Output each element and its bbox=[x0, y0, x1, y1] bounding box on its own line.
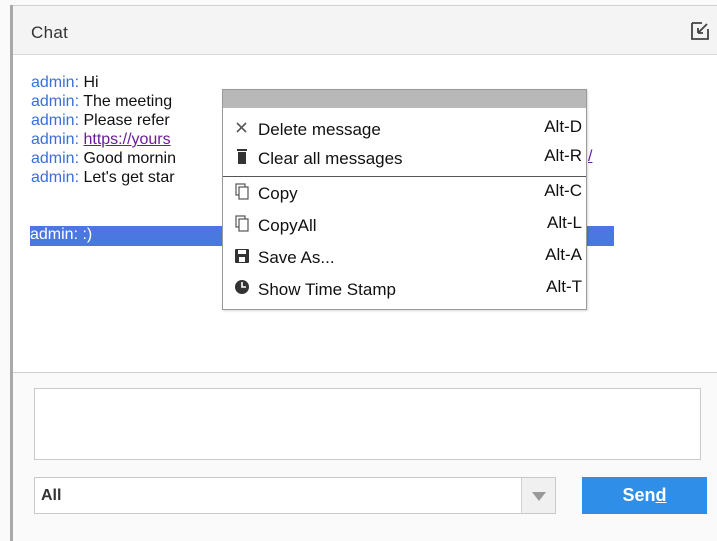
menu-separator bbox=[223, 176, 586, 177]
message-link-tail[interactable]: / bbox=[588, 148, 592, 166]
recipient-select[interactable]: All bbox=[34, 477, 556, 514]
menu-item-shortcut: Alt-T bbox=[546, 277, 582, 296]
menu-item-shortcut: Alt-D bbox=[544, 117, 582, 136]
message-item[interactable]: admin: Hi bbox=[31, 74, 99, 92]
message-link[interactable]: https://yours bbox=[83, 131, 170, 148]
menu-item-label: Delete message bbox=[258, 120, 381, 139]
message-sender: admin: bbox=[31, 93, 80, 110]
send-label-mnemonic: d bbox=[655, 485, 667, 505]
menu-item-save-as[interactable]: Save As... Alt-A bbox=[223, 242, 586, 272]
menu-item-label: Save As... bbox=[258, 248, 335, 267]
menu-item-delete-message[interactable]: Delete message Alt-D bbox=[223, 114, 586, 144]
copy-icon bbox=[235, 183, 249, 200]
message-sender: admin: bbox=[31, 150, 80, 167]
menu-item-copyall[interactable]: CopyAll Alt-L bbox=[223, 210, 586, 240]
message-sender: admin: bbox=[31, 169, 80, 186]
message-sender: admin: bbox=[30, 226, 79, 243]
chevron-down-icon[interactable] bbox=[521, 478, 555, 513]
message-item[interactable]: admin: Please refer bbox=[31, 112, 170, 130]
message-item[interactable]: admin: The meeting bbox=[31, 93, 172, 111]
send-label: Sen bbox=[622, 485, 656, 505]
panel-title: Chat bbox=[31, 23, 69, 42]
message-text: :) bbox=[78, 226, 93, 243]
context-menu-header bbox=[223, 90, 586, 108]
menu-item-shortcut: Alt-A bbox=[545, 245, 582, 264]
title-bar: Chat bbox=[13, 5, 717, 55]
message-sender: admin: bbox=[31, 131, 80, 148]
context-menu: Delete message Alt-D Clear all messages … bbox=[222, 89, 587, 310]
menu-item-label: Clear all messages bbox=[258, 149, 403, 168]
close-icon bbox=[236, 122, 247, 133]
recipient-value: All bbox=[41, 487, 62, 504]
message-text: Good mornin bbox=[79, 150, 176, 167]
message-item[interactable]: admin: Good mornin bbox=[31, 150, 176, 168]
message-input[interactable] bbox=[34, 388, 701, 460]
clock-icon bbox=[235, 280, 249, 294]
menu-item-clear-all[interactable]: Clear all messages Alt-R bbox=[223, 143, 586, 173]
message-sender: admin: bbox=[31, 112, 80, 129]
message-item[interactable]: admin: Let's get star bbox=[31, 169, 175, 187]
menu-item-show-time-stamp[interactable]: Show Time Stamp Alt-T bbox=[223, 274, 586, 304]
menu-item-shortcut: Alt-C bbox=[544, 181, 582, 200]
save-icon bbox=[235, 249, 249, 263]
message-sender: admin: bbox=[31, 74, 80, 91]
trash-icon bbox=[237, 149, 247, 164]
message-text: Let's get star bbox=[79, 169, 175, 186]
menu-item-label: Show Time Stamp bbox=[258, 280, 396, 299]
message-item[interactable]: admin: https://yours bbox=[31, 131, 171, 149]
menu-item-label: Copy bbox=[258, 184, 298, 203]
message-text: Hi bbox=[79, 74, 99, 91]
menu-item-label: CopyAll bbox=[258, 216, 317, 235]
menu-item-shortcut: Alt-L bbox=[547, 213, 582, 232]
composer: All Send bbox=[13, 373, 717, 541]
message-text: The meeting bbox=[79, 93, 173, 110]
menu-item-shortcut: Alt-R bbox=[544, 146, 582, 165]
send-button[interactable]: Send bbox=[582, 477, 707, 514]
message-text: Please refer bbox=[79, 112, 170, 129]
copy-icon bbox=[235, 215, 249, 232]
menu-item-copy[interactable]: Copy Alt-C bbox=[223, 178, 586, 208]
popout-icon[interactable] bbox=[689, 20, 711, 42]
